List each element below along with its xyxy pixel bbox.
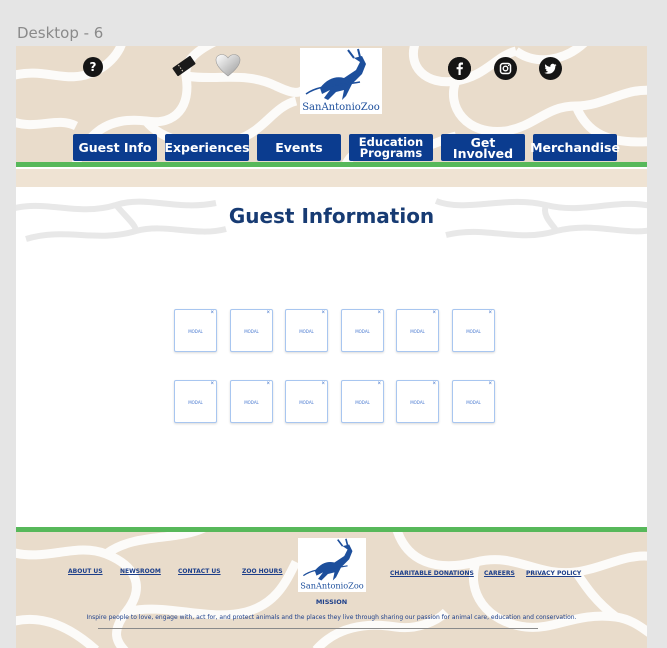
title-band: Guest Information xyxy=(16,187,647,247)
facebook-icon[interactable] xyxy=(448,57,471,80)
modal-card[interactable]: × MODAL xyxy=(452,309,495,352)
mission-title: MISSION xyxy=(315,598,348,606)
nav-experiences[interactable]: Experiences xyxy=(164,134,250,161)
modal-label: MODAL xyxy=(355,329,370,334)
close-icon[interactable]: × xyxy=(266,310,270,316)
artboard: ? SanAntonioZoo Guest Info Experiences E… xyxy=(16,46,647,648)
footer-link-charitable-donations[interactable]: CHARITABLE DONATIONS xyxy=(390,570,474,577)
footer-link-newsroom[interactable]: NEWSROOM xyxy=(120,568,161,575)
close-icon[interactable]: × xyxy=(488,310,492,316)
sand-band xyxy=(16,169,647,187)
help-icon[interactable]: ? xyxy=(83,57,103,77)
modal-card[interactable]: × MODAL xyxy=(341,309,384,352)
modal-label: MODAL xyxy=(244,329,259,334)
frame-label: Desktop - 6 xyxy=(17,24,104,42)
nav-guest-info[interactable]: Guest Info xyxy=(73,134,157,161)
instagram-icon[interactable] xyxy=(494,57,517,80)
close-icon[interactable]: × xyxy=(266,381,270,387)
footer-link-zoo-hours[interactable]: ZOO HOURS xyxy=(242,568,283,575)
modal-label: MODAL xyxy=(188,400,203,405)
close-icon[interactable]: × xyxy=(488,381,492,387)
zoo-logo[interactable]: SanAntonioZoo xyxy=(300,48,382,114)
mission-text: Inspire people to love, engage with, act… xyxy=(86,614,577,621)
footer-rule xyxy=(98,628,538,629)
close-icon[interactable]: × xyxy=(377,310,381,316)
close-icon[interactable]: × xyxy=(377,381,381,387)
modal-label: MODAL xyxy=(299,400,314,405)
modal-label: MODAL xyxy=(466,329,481,334)
modal-label: MODAL xyxy=(466,400,481,405)
footer-logo-text: SanAntonioZoo xyxy=(300,581,363,591)
close-icon[interactable]: × xyxy=(210,381,214,387)
footer-link-contact-us[interactable]: CONTACT US xyxy=(178,568,221,575)
ticket-icon[interactable] xyxy=(170,54,198,78)
close-icon[interactable]: × xyxy=(432,381,436,387)
modal-card[interactable]: × MODAL xyxy=(174,309,217,352)
modal-label: MODAL xyxy=(299,329,314,334)
modal-label: MODAL xyxy=(188,329,203,334)
modal-label: MODAL xyxy=(355,400,370,405)
footer-zoo-logo[interactable]: SanAntonioZoo xyxy=(298,538,366,592)
modal-card[interactable]: × MODAL xyxy=(452,380,495,423)
footer-link-privacy-policy[interactable]: PRIVACY POLICY xyxy=(526,570,581,577)
header: ? SanAntonioZoo Guest Info Experiences E… xyxy=(16,46,647,164)
modal-card[interactable]: × MODAL xyxy=(174,380,217,423)
modal-card[interactable]: × MODAL xyxy=(341,380,384,423)
modal-card[interactable]: × MODAL xyxy=(230,309,273,352)
modal-label: MODAL xyxy=(244,400,259,405)
modal-card[interactable]: × MODAL xyxy=(396,380,439,423)
close-icon[interactable]: × xyxy=(321,310,325,316)
close-icon[interactable]: × xyxy=(432,310,436,316)
nav-merchandise[interactable]: Merchandise xyxy=(530,134,620,161)
modal-card[interactable]: × MODAL xyxy=(230,380,273,423)
nav-divider xyxy=(16,162,647,167)
logo-text: SanAntonioZoo xyxy=(302,102,380,113)
twitter-icon[interactable] xyxy=(539,57,562,80)
close-icon[interactable]: × xyxy=(210,310,214,316)
modal-card[interactable]: × MODAL xyxy=(396,309,439,352)
footer-link-careers[interactable]: CAREERS xyxy=(484,570,515,577)
main-nav: Guest Info Experiences Events Education … xyxy=(16,134,647,164)
heart-icon[interactable] xyxy=(214,53,242,78)
modal-label: MODAL xyxy=(410,400,425,405)
close-icon[interactable]: × xyxy=(321,381,325,387)
nav-events[interactable]: Events xyxy=(257,134,341,161)
footer-link-about-us[interactable]: ABOUT US xyxy=(68,568,103,575)
modal-card[interactable]: × MODAL xyxy=(285,309,328,352)
nav-get-involved[interactable]: Get Involved xyxy=(441,134,525,161)
nav-education-programs[interactable]: Education Programs xyxy=(349,134,433,161)
page-title: Guest Information xyxy=(228,204,435,228)
footer: ABOUT US NEWSROOM CONTACT US ZOO HOURS S… xyxy=(16,532,647,648)
modal-card[interactable]: × MODAL xyxy=(285,380,328,423)
modal-label: MODAL xyxy=(410,329,425,334)
